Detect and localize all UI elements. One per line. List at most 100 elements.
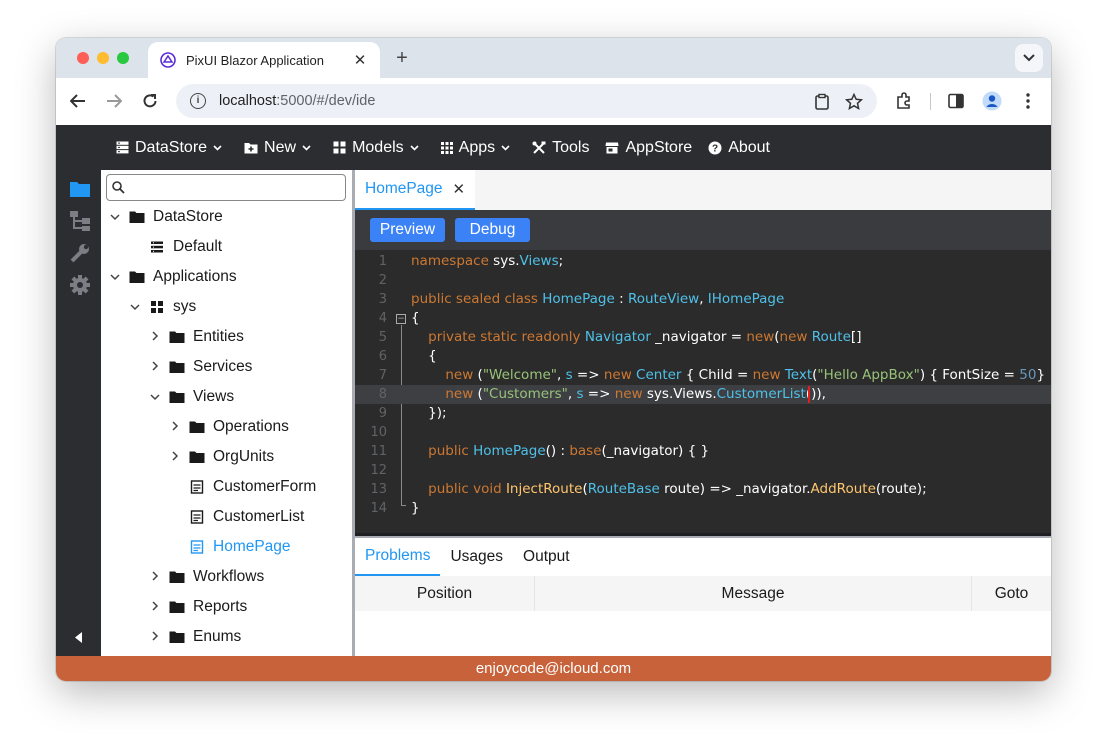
toolbar-divider — [930, 93, 931, 110]
chevron-right-icon[interactable] — [151, 361, 159, 371]
tree-node-views[interactable]: Views — [145, 382, 234, 412]
tree-node-customerlist[interactable]: CustomerList — [165, 502, 304, 532]
tree-node-orgunits[interactable]: OrgUnits — [165, 442, 274, 472]
new-tab-button[interactable]: + — [390, 46, 414, 70]
tree-node-homepage[interactable]: HomePage — [165, 532, 291, 562]
tree-search-input[interactable] — [106, 174, 346, 201]
reload-icon — [143, 94, 157, 108]
column-header-goto[interactable]: Goto — [972, 576, 1051, 611]
tree-node-default[interactable]: Default — [125, 232, 222, 262]
tree-node-operations[interactable]: Operations — [165, 412, 289, 442]
arrow-right-icon — [107, 94, 122, 108]
column-header-message[interactable]: Message — [535, 576, 972, 611]
tree-node-datastore[interactable]: DataStore — [105, 202, 223, 232]
collapse-sidebar-icon[interactable] — [75, 632, 83, 643]
site-info-icon[interactable]: i — [190, 93, 206, 109]
browser-tab[interactable]: PixUI Blazor Application ✕ — [148, 42, 380, 78]
minimize-window-button[interactable] — [97, 52, 109, 64]
tree-node-label: Views — [193, 388, 235, 405]
svg-text:?: ? — [712, 143, 718, 154]
chevron-down-icon — [302, 144, 311, 151]
explorer-folder-icon[interactable] — [69, 178, 91, 200]
browser-tab-title: PixUI Blazor Application — [186, 52, 325, 68]
settings-gear-icon[interactable] — [69, 274, 91, 296]
tree-expander[interactable] — [165, 420, 185, 434]
tree-node-workflows[interactable]: Workflows — [145, 562, 264, 592]
preview-button[interactable]: Preview — [370, 218, 445, 242]
close-tab-icon[interactable]: ✕ — [352, 51, 368, 69]
menu-new[interactable]: New — [244, 139, 317, 157]
column-header-position[interactable]: Position — [355, 576, 535, 611]
maximize-window-button[interactable] — [117, 52, 129, 64]
tree-expander[interactable] — [145, 600, 165, 614]
tree-expander[interactable] — [105, 210, 125, 224]
code-line: 3 public sealed class HomePage : RouteVie… — [378, 291, 785, 307]
avatar-icon — [982, 91, 1002, 111]
tree-node-applications[interactable]: Applications — [105, 262, 237, 292]
profile-button[interactable] — [982, 91, 1002, 111]
wrench-icon[interactable] — [69, 242, 91, 264]
tree-expander[interactable] — [165, 450, 185, 464]
hierarchy-icon[interactable] — [69, 210, 91, 232]
code-line: 4{ — [378, 310, 420, 326]
tree-expander[interactable] — [145, 360, 165, 374]
menu-apps[interactable]: Apps — [440, 138, 516, 157]
chevron-down-icon[interactable] — [110, 274, 120, 281]
url-host: localhost — [219, 93, 277, 109]
tree-node-sys[interactable]: sys — [125, 292, 196, 322]
browser-menu-button[interactable] — [1018, 91, 1038, 111]
menu-about[interactable]: ? About — [708, 139, 770, 157]
tree-node-label: Operations — [213, 418, 289, 435]
tree-node-services[interactable]: Services — [145, 352, 252, 382]
menu-tools[interactable]: Tools — [532, 139, 589, 157]
tab-usages[interactable]: Usages — [440, 538, 513, 576]
chevron-right-icon[interactable] — [171, 421, 179, 431]
chevron-down-icon[interactable] — [110, 214, 120, 221]
extensions-button[interactable] — [894, 91, 914, 111]
tree-node-enums[interactable]: Enums — [145, 622, 241, 652]
bookmark-star-icon[interactable] — [845, 93, 863, 111]
tree-expander[interactable] — [145, 330, 165, 344]
chevron-down-icon[interactable] — [150, 394, 160, 401]
close-document-icon[interactable]: ✕ — [453, 180, 466, 198]
code-line: 7 new ("Welcome", s => new Center { Chil… — [378, 367, 1051, 383]
browser-toolbar: i localhost:5000/#/dev/ide — [56, 78, 1051, 125]
code-editor[interactable]: 1 namespace sys.Views; 2 3 public sealed c… — [355, 250, 1051, 533]
back-button[interactable] — [67, 90, 89, 112]
tree-expander[interactable] — [125, 300, 145, 314]
tree-expander[interactable] — [105, 270, 125, 284]
chevron-right-icon[interactable] — [151, 331, 159, 341]
tree-expander[interactable] — [145, 390, 165, 404]
menu-models[interactable]: Models — [333, 139, 425, 157]
kebab-menu-icon — [1026, 93, 1030, 109]
tree-expander[interactable] — [145, 630, 165, 644]
activity-bar — [56, 170, 101, 656]
document-tab-homepage[interactable]: HomePage ✕ — [355, 170, 476, 210]
forward-button[interactable] — [103, 90, 125, 112]
tab-output[interactable]: Output — [513, 538, 580, 576]
menu-datastore[interactable]: DataStore — [116, 139, 228, 157]
tree-node-customerform[interactable]: CustomerForm — [165, 472, 316, 502]
tree-node-entities[interactable]: Entities — [145, 322, 244, 352]
close-window-button[interactable] — [77, 52, 89, 64]
menu-apps-label: Apps — [458, 138, 496, 156]
fold-toggle[interactable]: − — [396, 314, 406, 324]
tab-problems[interactable]: Problems — [355, 538, 441, 576]
reload-button[interactable] — [139, 90, 161, 112]
menu-appstore[interactable]: AppStore — [605, 139, 692, 157]
debug-button[interactable]: Debug — [455, 218, 530, 242]
tree-expander[interactable] — [145, 570, 165, 584]
chevron-down-icon[interactable] — [130, 304, 140, 311]
clipboard-icon[interactable] — [813, 93, 831, 111]
editor-actions-bar: Preview Debug — [355, 210, 1051, 250]
chevron-right-icon[interactable] — [171, 451, 179, 461]
chevron-right-icon[interactable] — [151, 571, 159, 581]
tree-node-reports[interactable]: Reports — [145, 592, 247, 622]
tab-search-button[interactable] — [1015, 44, 1043, 72]
side-panel-button[interactable] — [946, 91, 966, 111]
chevron-right-icon[interactable] — [151, 631, 159, 641]
code-line: 5 private static readonly Navigator _nav… — [378, 329, 862, 345]
address-bar[interactable]: i localhost:5000/#/dev/ide — [176, 84, 877, 118]
chevron-right-icon[interactable] — [151, 601, 159, 611]
folder-icon — [129, 271, 145, 283]
